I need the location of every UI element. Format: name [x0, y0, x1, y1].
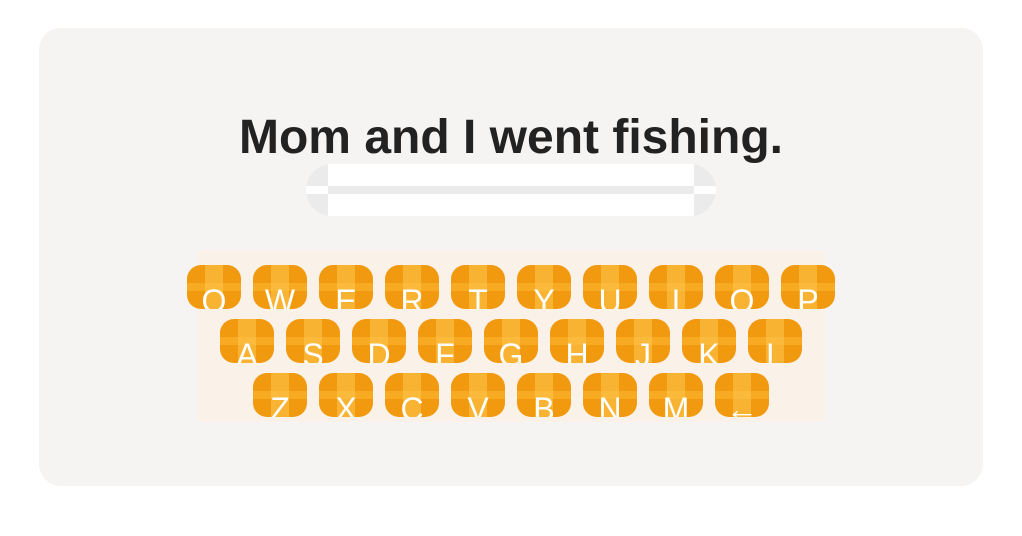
key-f[interactable]: F [418, 319, 472, 363]
key-i[interactable]: I [649, 265, 703, 309]
key-z[interactable]: Z [253, 373, 307, 417]
answer-input[interactable] [306, 164, 716, 216]
key-label: J [635, 337, 651, 363]
key-label: P [797, 283, 819, 309]
keyboard-row-1: Q W E R T Y U I O P [187, 265, 835, 309]
key-label: B [533, 391, 555, 417]
key-label: A [236, 337, 258, 363]
answer-input-field[interactable] [328, 164, 694, 216]
prompt-sentence: Mom and I went fishing. [239, 111, 783, 164]
key-label: N [598, 391, 622, 417]
key-label: Z [270, 391, 290, 417]
key-h[interactable]: H [550, 319, 604, 363]
key-label: H [565, 337, 589, 363]
key-label: M [662, 391, 690, 417]
key-label: U [598, 283, 622, 309]
keyboard-row-2: A S D F G H J K L [220, 319, 802, 363]
backspace-key[interactable]: ← [715, 373, 769, 417]
key-label: T [468, 283, 488, 309]
key-s[interactable]: S [286, 319, 340, 363]
key-label: O [729, 283, 755, 309]
key-a[interactable]: A [220, 319, 274, 363]
key-n[interactable]: N [583, 373, 637, 417]
key-u[interactable]: U [583, 265, 637, 309]
key-label: I [671, 283, 681, 309]
key-d[interactable]: D [352, 319, 406, 363]
key-e[interactable]: E [319, 265, 373, 309]
key-label: D [367, 337, 391, 363]
key-c[interactable]: C [385, 373, 439, 417]
key-label: X [335, 391, 357, 417]
key-m[interactable]: M [649, 373, 703, 417]
key-q[interactable]: Q [187, 265, 241, 309]
key-b[interactable]: B [517, 373, 571, 417]
key-label: R [400, 283, 424, 309]
key-label: L [766, 337, 784, 363]
key-r[interactable]: R [385, 265, 439, 309]
key-label: W [264, 283, 296, 309]
key-label: K [698, 337, 720, 363]
key-l[interactable]: L [748, 319, 802, 363]
key-x[interactable]: X [319, 373, 373, 417]
key-label: Y [533, 283, 555, 309]
answer-input-edge-left [306, 186, 328, 194]
key-w[interactable]: W [253, 265, 307, 309]
key-label: V [467, 391, 489, 417]
key-label: Q [201, 283, 227, 309]
key-label: E [335, 283, 357, 309]
key-v[interactable]: V [451, 373, 505, 417]
key-t[interactable]: T [451, 265, 505, 309]
key-label: S [302, 337, 324, 363]
key-label: G [498, 337, 524, 363]
key-label: C [400, 391, 424, 417]
answer-input-edge-right [694, 186, 716, 194]
keyboard-row-3: Z X C V B N M ← [253, 373, 769, 417]
backspace-arrow-icon: ← [726, 391, 758, 417]
key-p[interactable]: P [781, 265, 835, 309]
key-j[interactable]: J [616, 319, 670, 363]
key-o[interactable]: O [715, 265, 769, 309]
key-k[interactable]: K [682, 319, 736, 363]
key-label: F [435, 337, 455, 363]
key-y[interactable]: Y [517, 265, 571, 309]
key-g[interactable]: G [484, 319, 538, 363]
